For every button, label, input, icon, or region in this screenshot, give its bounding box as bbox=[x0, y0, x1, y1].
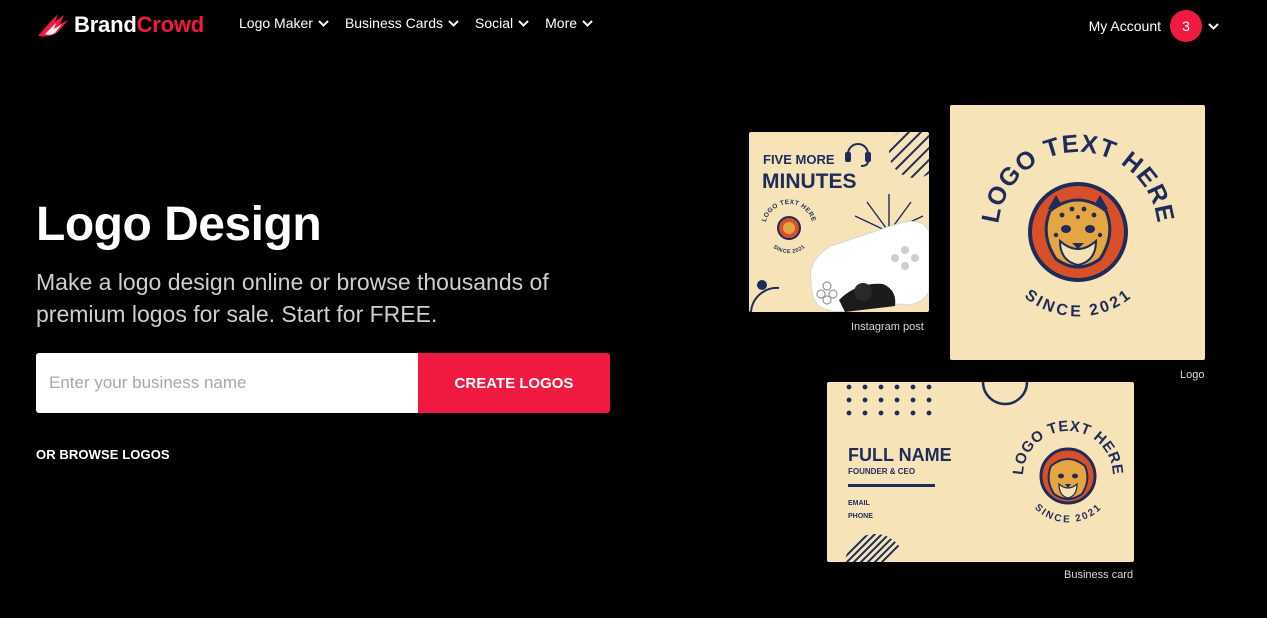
business-card-caption: Business card bbox=[1064, 569, 1134, 581]
business-name-input[interactable] bbox=[36, 353, 418, 413]
menu-more-label: More bbox=[545, 15, 578, 31]
instagram-post-preview[interactable]: FIVE MORE MINUTES LOGO TEXT HERE SINCE 2… bbox=[749, 132, 929, 312]
chevron-down-icon bbox=[518, 19, 529, 27]
hero-subtitle: Make a logo design online or browse thou… bbox=[36, 269, 549, 327]
headset-icon bbox=[845, 143, 871, 167]
dot-grid-decoration bbox=[846, 384, 932, 416]
bc-role: FOUNDER & CEO bbox=[848, 467, 915, 476]
menu-social[interactable]: Social bbox=[475, 15, 529, 31]
bc-divider bbox=[848, 484, 935, 487]
logo-preview[interactable]: LOGO TEXT HERE SINCE 2021 bbox=[950, 105, 1205, 360]
brand-logo[interactable]: BrandCrowd bbox=[36, 10, 204, 40]
my-account-label: My Account bbox=[1088, 18, 1161, 34]
brand-wordmark: BrandCrowd bbox=[74, 14, 204, 36]
game-controller-image bbox=[809, 220, 929, 312]
ig-headline-1: FIVE MORE bbox=[763, 152, 835, 167]
bc-logo-badge: LOGO TEXT HERE SINCE 2021 bbox=[1010, 418, 1126, 526]
brand-name-part1: Brand bbox=[74, 12, 137, 37]
instagram-post-caption: Instagram post bbox=[851, 321, 924, 333]
create-logos-button[interactable]: CREATE LOGOS bbox=[418, 353, 610, 413]
business-name-form: CREATE LOGOS bbox=[36, 353, 610, 413]
menu-more[interactable]: More bbox=[545, 15, 593, 31]
menu-business-cards[interactable]: Business Cards bbox=[345, 15, 459, 31]
leopard-head-icon bbox=[1044, 195, 1112, 269]
ig-logo-badge: LOGO TEXT HERE SINCE 2021 bbox=[761, 199, 817, 255]
chevron-down-icon bbox=[318, 19, 329, 27]
half-ring-decoration bbox=[981, 382, 1029, 406]
bc-ring-text-bottom: SINCE 2021 bbox=[1032, 502, 1103, 525]
line-dot-decoration bbox=[750, 280, 780, 312]
browse-logos-link[interactable]: OR BROWSE LOGOS bbox=[36, 447, 170, 462]
page-title: Logo Design bbox=[36, 198, 322, 251]
instagram-post-art: FIVE MORE MINUTES LOGO TEXT HERE SINCE 2… bbox=[750, 132, 929, 312]
notification-badge[interactable]: 3 bbox=[1170, 10, 1202, 42]
menu-business-cards-label: Business Cards bbox=[344, 15, 443, 31]
menu-logo-maker-label: Logo Maker bbox=[239, 15, 313, 31]
ig-headline-2: MINUTES bbox=[762, 170, 857, 193]
logo-ring-text-bottom: SINCE 2021 bbox=[1022, 286, 1135, 320]
hatched-circle-decoration bbox=[845, 534, 905, 562]
chevron-down-icon bbox=[582, 19, 593, 27]
business-card-preview[interactable]: FULL NAME FOUNDER & CEO EMAIL PHONE LOGO… bbox=[827, 382, 1134, 562]
my-account-menu[interactable]: My Account 3 bbox=[1089, 10, 1219, 42]
top-nav: BrandCrowd Logo Maker Business Cards Soc… bbox=[0, 0, 1267, 50]
bc-email: EMAIL bbox=[848, 500, 871, 507]
ig-badge-text-bottom: SINCE 2021 bbox=[772, 244, 806, 255]
main-menu: Logo Maker Business Cards Social More bbox=[239, 15, 609, 31]
bc-full-name: FULL NAME bbox=[848, 445, 952, 465]
logo-art: LOGO TEXT HERE SINCE 2021 bbox=[976, 130, 1178, 321]
business-card-art: FULL NAME FOUNDER & CEO EMAIL PHONE LOGO… bbox=[845, 382, 1126, 562]
hatched-circle-decoration bbox=[889, 132, 929, 178]
chevron-down-icon bbox=[1208, 22, 1219, 30]
menu-logo-maker[interactable]: Logo Maker bbox=[239, 15, 329, 31]
bc-phone: PHONE bbox=[848, 513, 873, 520]
menu-social-label: Social bbox=[474, 15, 514, 31]
brand-name-part2: Crowd bbox=[136, 12, 205, 37]
brandcrowd-wing-icon bbox=[38, 14, 68, 37]
logo-caption: Logo bbox=[1180, 369, 1205, 381]
chevron-down-icon bbox=[448, 19, 459, 27]
